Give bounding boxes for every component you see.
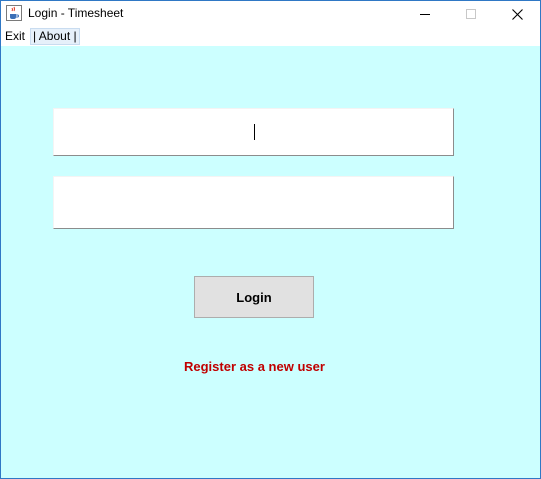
- close-button[interactable]: [494, 1, 540, 27]
- title-bar[interactable]: Login - Timesheet: [1, 1, 540, 27]
- password-input[interactable]: [54, 177, 453, 228]
- menu-bar: Exit | About |: [1, 27, 540, 46]
- menu-exit[interactable]: Exit: [5, 28, 25, 45]
- login-panel: Login Register as a new user: [1, 46, 540, 478]
- login-button[interactable]: Login: [194, 276, 314, 318]
- password-field[interactable]: [53, 176, 454, 229]
- java-cup-icon: [6, 5, 22, 21]
- text-caret: [254, 124, 255, 140]
- login-window: Login - Timesheet Exit | About | Login R…: [0, 0, 541, 479]
- close-icon: [511, 8, 523, 20]
- menu-about[interactable]: | About |: [30, 28, 80, 45]
- minimize-icon: [420, 9, 430, 19]
- register-link[interactable]: Register as a new user: [184, 359, 325, 374]
- maximize-button[interactable]: [448, 1, 494, 27]
- username-field[interactable]: [53, 108, 454, 156]
- maximize-icon: [466, 9, 476, 19]
- window-title: Login - Timesheet: [28, 6, 124, 20]
- minimize-button[interactable]: [402, 1, 448, 27]
